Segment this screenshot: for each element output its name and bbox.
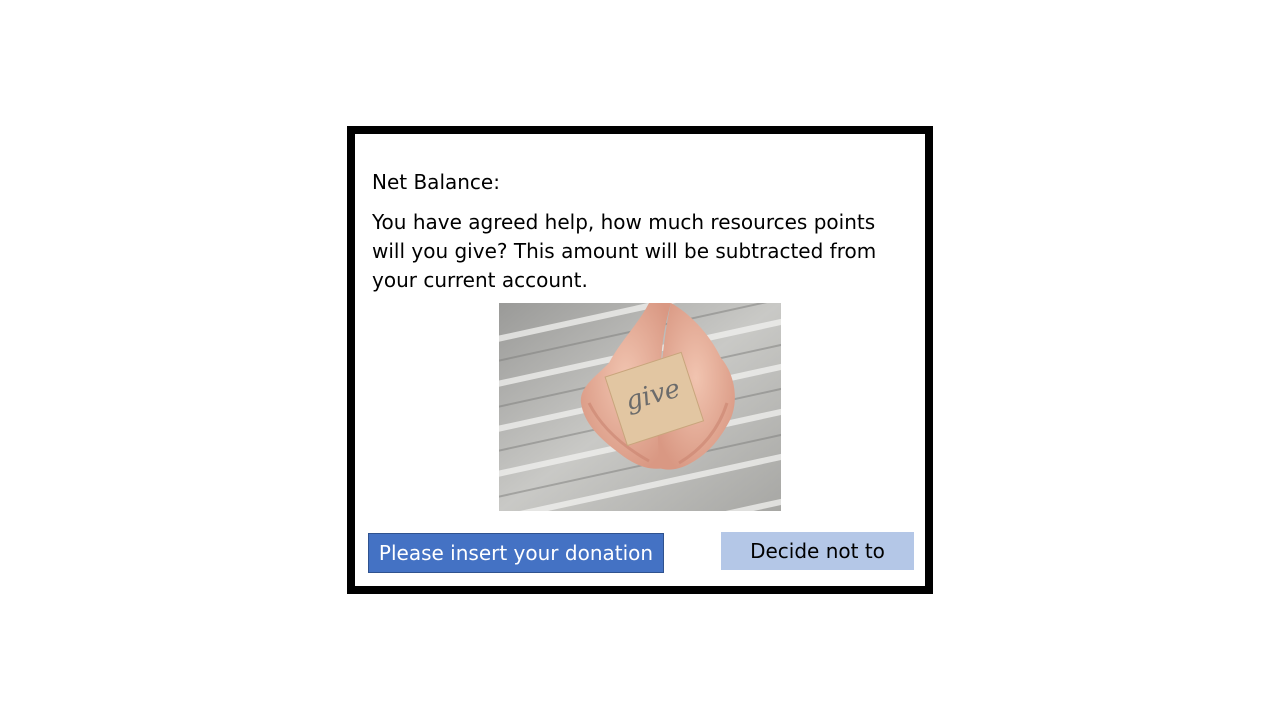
give-hands-photo: give (499, 303, 781, 511)
donation-dialog: Net Balance: You have agreed help, how m… (347, 126, 933, 594)
insert-donation-button[interactable]: Please insert your donation (368, 533, 664, 573)
slide-canvas: Net Balance: You have agreed help, how m… (0, 0, 1280, 720)
net-balance-label: Net Balance: (372, 170, 500, 194)
decide-not-to-button[interactable]: Decide not to (721, 532, 914, 570)
donation-question-text: You have agreed help, how much resources… (372, 210, 877, 292)
